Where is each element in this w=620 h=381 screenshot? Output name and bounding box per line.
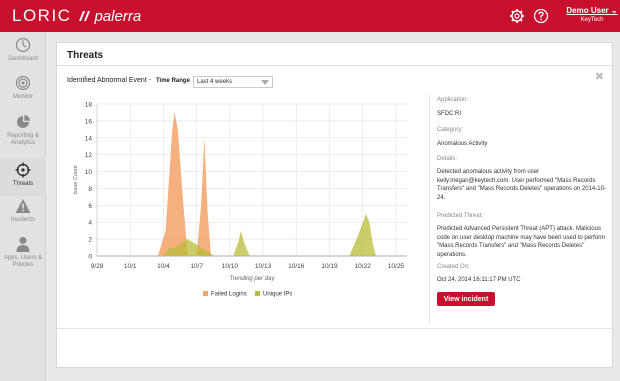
series-area-failed-logins xyxy=(157,112,212,257)
pie-chart-icon xyxy=(17,115,30,128)
details-value: Detected anomalous activity from user ke… xyxy=(437,169,606,201)
top-bar: LORIC palerra Demo User ⌄ KeyTech xyxy=(0,0,620,32)
legend-swatch xyxy=(203,291,208,296)
sidebar-item-monitor[interactable]: Monitor xyxy=(0,75,46,115)
y-tick-label: 6 xyxy=(88,203,92,210)
predicted-threat-value: Predicted Advanced Persistent Threat (AP… xyxy=(437,226,606,258)
logo-palerra-text: palerra xyxy=(94,7,142,25)
x-tick-label: 10/22 xyxy=(355,263,372,270)
y-tick-label: 18 xyxy=(85,102,93,109)
threat-details: Application: SFDC:RI Category: Anomalous… xyxy=(429,95,609,323)
sidebar-item-label: Dashboard xyxy=(8,56,38,62)
sidebar-item-threats[interactable]: Threats xyxy=(0,158,46,196)
monitor-icon xyxy=(15,75,31,91)
application-value: SFDC:RI xyxy=(437,111,461,117)
page-title: Threats xyxy=(67,50,104,61)
application-label: Application: xyxy=(437,97,469,103)
divider xyxy=(57,328,614,329)
x-tick-label: 10/13 xyxy=(255,263,272,270)
help-icon[interactable] xyxy=(533,8,549,24)
threats-panel: Threats ✖ Identified Abnormal Event - Ti… xyxy=(56,42,614,368)
chevron-down-icon xyxy=(261,80,269,85)
gear-icon[interactable] xyxy=(509,8,525,24)
category-value: Anomalous Activity xyxy=(437,141,488,147)
series-area-unique-ips xyxy=(163,213,376,256)
x-tick-label: 10/10 xyxy=(222,263,239,270)
sidebar-item-label: Monitor xyxy=(12,94,33,100)
created-on-value: Oct 24, 2014 16:11:17 PM UTC xyxy=(437,277,521,283)
y-tick-label: 12 xyxy=(85,152,93,159)
abnormal-event-label: Identified Abnormal Event - xyxy=(67,77,152,84)
x-tick-label: 10/25 xyxy=(388,263,405,270)
sidebar-item-apps-users-policies[interactable]: Apps, Users & Policies xyxy=(0,236,46,284)
details-label: Details: xyxy=(437,156,458,162)
chevron-down-icon: ⌄ xyxy=(610,6,618,15)
crosshair-icon xyxy=(15,162,31,178)
time-range-select[interactable]: Last 4 weeks xyxy=(193,76,273,88)
legend-label: Failed Logins xyxy=(211,292,247,298)
dashboard-icon xyxy=(15,37,31,53)
y-tick-label: 10 xyxy=(85,169,93,176)
sidebar-item-label: Threats xyxy=(12,181,34,187)
sidebar-item-label: Apps, Users & Policies xyxy=(3,255,43,268)
sidebar: Dashboard Monitor Reporting & Analytics … xyxy=(0,32,46,381)
y-tick-label: 4 xyxy=(88,220,92,227)
created-on-label: Created On: xyxy=(437,264,470,270)
category-label: Category: xyxy=(437,127,464,133)
x-tick-label: 10/1 xyxy=(124,263,137,270)
warning-icon xyxy=(15,199,31,213)
logo-loric-text: LORIC xyxy=(12,6,72,25)
sidebar-item-reporting[interactable]: Reporting & Analytics xyxy=(0,114,46,158)
x-tick-label: 9/28 xyxy=(91,263,104,270)
user-menu[interactable]: Demo User ⌄ KeyTech xyxy=(566,6,618,23)
x-tick-label: 10/7 xyxy=(190,263,203,270)
divider xyxy=(57,65,614,66)
y-tick-label: 14 xyxy=(85,135,93,142)
time-range-label: Time Range xyxy=(156,78,190,84)
view-incident-button[interactable]: View incident xyxy=(437,292,495,306)
y-tick-label: 8 xyxy=(88,186,92,193)
sidebar-item-label: Reporting & Analytics xyxy=(7,133,39,146)
predicted-threat-label: Predicted Threat: xyxy=(437,213,483,219)
x-tick-label: 10/4 xyxy=(157,263,170,270)
threat-trend-chart: 0 2 4 6 8 10 12 14 16 18 9/28 10/1 10/4 10/7 10/10 10/1… xyxy=(73,102,407,298)
y-axis-label: Issue Count xyxy=(73,165,79,195)
brand-logo[interactable]: LORIC palerra xyxy=(12,6,142,25)
time-range-value: Last 4 weeks xyxy=(197,79,233,85)
users-icon xyxy=(16,237,30,252)
logo-slash-icon xyxy=(79,11,91,21)
user-org: KeyTech xyxy=(580,17,604,23)
x-axis-label: Trending per day xyxy=(230,276,276,282)
legend-swatch xyxy=(255,291,260,296)
y-tick-label: 0 xyxy=(88,254,92,261)
x-tick-label: 10/16 xyxy=(288,263,305,270)
y-tick-label: 16 xyxy=(85,118,93,125)
close-icon[interactable]: ✖ xyxy=(595,70,604,83)
legend-label: Unique IPs xyxy=(263,292,292,298)
x-tick-label: 10/19 xyxy=(321,263,338,270)
sidebar-item-dashboard[interactable]: Dashboard xyxy=(0,37,46,77)
sidebar-item-incidents[interactable]: Incidents xyxy=(0,198,46,238)
y-tick-label: 2 xyxy=(88,237,92,244)
sidebar-item-label: Incidents xyxy=(10,217,35,223)
user-name: Demo User xyxy=(566,6,609,15)
